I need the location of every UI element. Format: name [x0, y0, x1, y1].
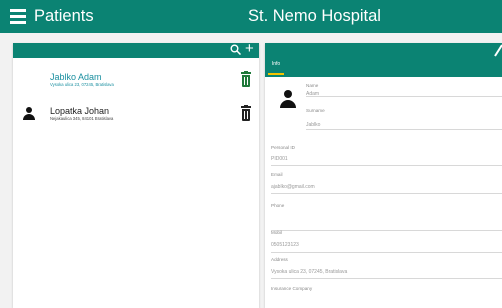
insurance-field[interactable]: Insurance Company: [271, 286, 502, 308]
email-value: ajablko@gmail.com: [271, 184, 315, 190]
patient-name: Lopatka Johan: [50, 106, 110, 116]
search-icon[interactable]: [230, 43, 242, 57]
mobil-value: 0505123123: [271, 242, 299, 248]
surname-value: Jablko: [306, 122, 321, 128]
address-value: Vysoka ulica 23, 07245, Bratislava: [271, 269, 348, 275]
email-field[interactable]: Email ajablko@gmail.com: [271, 172, 502, 194]
personal-id-value: PID001: [271, 156, 288, 162]
tab-indicator: [268, 73, 284, 75]
surname-field[interactable]: Surname Jablko: [306, 108, 502, 130]
app-bar: Patients St. Nemo Hospital: [0, 0, 502, 33]
insurance-label: Insurance Company: [271, 286, 313, 291]
patient-address: Nejakaulica 345, 84101 Bratislava: [50, 116, 114, 121]
avatar-icon: [23, 107, 35, 121]
name-field[interactable]: Name Adam: [306, 83, 502, 97]
add-patient-button[interactable]: +: [245, 41, 254, 56]
mobil-field[interactable]: Mobil 0505123123: [271, 230, 502, 253]
avatar-icon: [280, 90, 296, 108]
delete-icon[interactable]: [241, 104, 251, 122]
patient-name: Jablko Adam: [50, 72, 102, 82]
phone-label: Phone: [271, 203, 285, 208]
menu-icon[interactable]: [10, 9, 26, 24]
tab-info[interactable]: Info: [268, 60, 284, 75]
edit-icon[interactable]: [493, 43, 502, 60]
name-label: Name: [306, 83, 319, 88]
patient-detail-panel: Info Name Adam Surname Jablko Personal I…: [265, 43, 502, 308]
personal-id-label: Personal ID: [271, 145, 296, 150]
detail-header: Info: [265, 43, 502, 77]
page-title: Patients: [34, 7, 94, 25]
patient-list-panel: + Jablko Adam Vysoka ulica 23, 07245, Br…: [13, 41, 259, 308]
email-label: Email: [271, 172, 283, 177]
mobil-label: Mobil: [271, 230, 282, 235]
tab-info-label: Info: [271, 61, 281, 67]
patient-row[interactable]: Lopatka Johan Nejakaulica 345, 84101 Bra…: [13, 97, 259, 131]
patient-address: Vysoka ulica 23, 07245, Bratislava: [50, 82, 114, 87]
address-field[interactable]: Address Vysoka ulica 23, 07245, Bratisla…: [271, 257, 502, 279]
phone-field[interactable]: Phone: [271, 203, 502, 231]
hospital-name: St. Nemo Hospital: [248, 7, 381, 25]
list-toolbar: +: [13, 41, 259, 58]
personal-id-field[interactable]: Personal ID PID001: [271, 145, 502, 166]
delete-icon[interactable]: [241, 70, 251, 88]
patient-row[interactable]: Jablko Adam Vysoka ulica 23, 07245, Brat…: [13, 63, 259, 97]
name-value: Adam: [306, 91, 320, 97]
address-label: Address: [271, 257, 288, 262]
surname-label: Surname: [306, 108, 325, 113]
